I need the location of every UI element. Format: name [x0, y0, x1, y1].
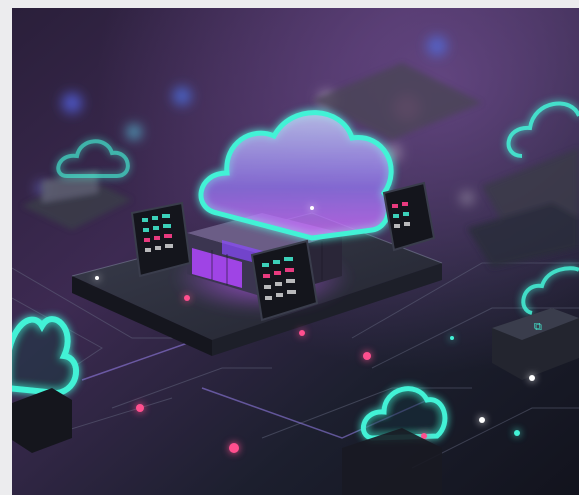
left-cloud-icon — [12, 316, 80, 397]
monitor-left — [130, 201, 192, 278]
monitor-right — [382, 181, 436, 252]
svg-text:⧉: ⧉ — [534, 320, 542, 333]
cloud-scene-illustration: ⧉ — [12, 8, 579, 495]
cloud-server-image: ⧉ — [12, 8, 579, 495]
